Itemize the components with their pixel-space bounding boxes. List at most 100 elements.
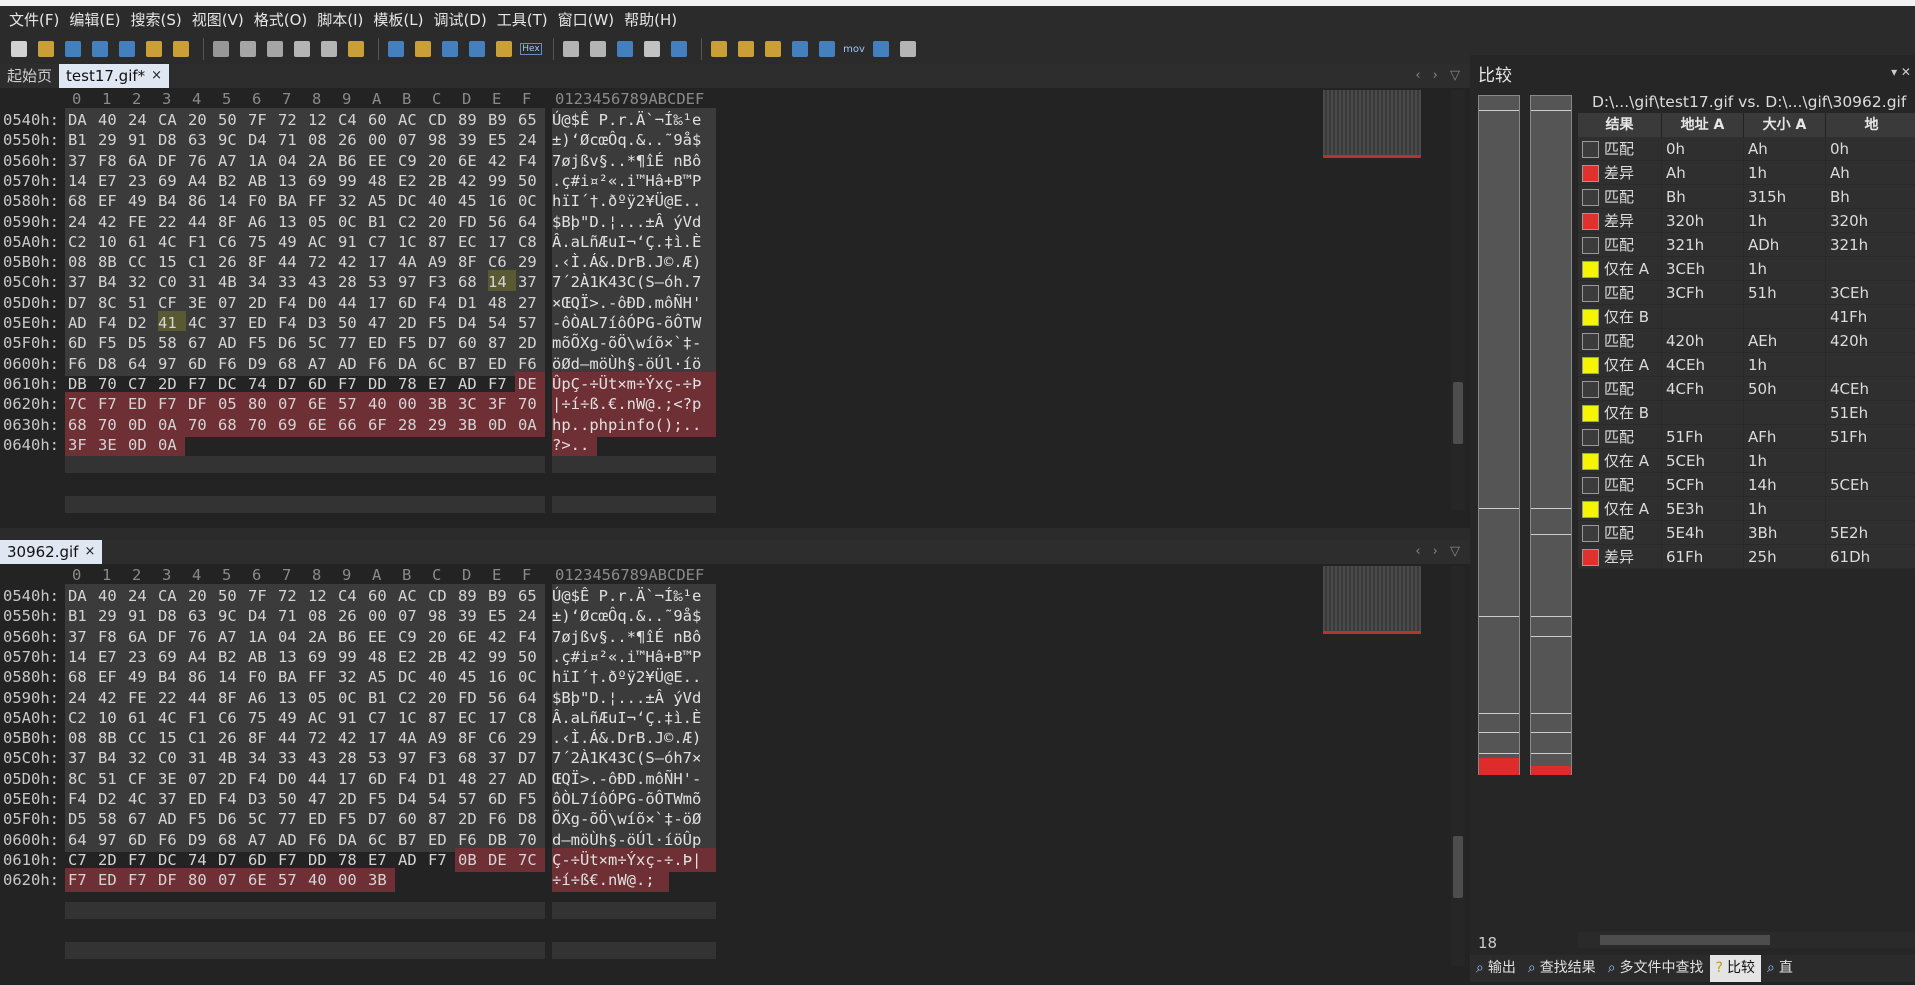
- menu-item[interactable]: 搜索(S): [126, 6, 187, 34]
- template-icon[interactable]: [466, 38, 488, 60]
- ascii-text[interactable]: ?>..: [552, 432, 597, 457]
- hex-byte[interactable]: 6E: [245, 868, 275, 893]
- redo-icon[interactable]: [318, 38, 340, 60]
- result-row[interactable]: 匹配 0h Ah 0h: [1578, 137, 1915, 161]
- overview-bar-b[interactable]: [1530, 95, 1572, 775]
- column-header[interactable]: 大小 A: [1744, 113, 1826, 137]
- hex-view-b[interactable]: 0 1 2 3 4 5 6 7 8 9 A B C D E F 0123456789ABCDEF 0540h: DA…: [0, 564, 1470, 982]
- pilcrow-icon[interactable]: [587, 38, 609, 60]
- menu-item[interactable]: 视图(V): [187, 6, 249, 34]
- inspector-icon[interactable]: [708, 38, 730, 60]
- check-icon[interactable]: [816, 38, 838, 60]
- histogram-icon[interactable]: [762, 38, 784, 60]
- hex-byte[interactable]: 0A: [155, 432, 185, 457]
- column-header[interactable]: 结果: [1578, 113, 1662, 137]
- hex-row[interactable]: 0640h: 3F 3E 0D 0A ?>..: [0, 432, 720, 458]
- hex-row[interactable]: 0620h: F7 ED F7 DF 80 07 6E 57 40 00 3B ÷í÷ß€.nW@.;: [0, 868, 720, 893]
- hex-byte[interactable]: 80: [185, 868, 215, 893]
- goto-icon[interactable]: [439, 38, 461, 60]
- columns-icon[interactable]: [614, 38, 636, 60]
- copy-icon[interactable]: [237, 38, 259, 60]
- menu-item[interactable]: 窗口(W): [553, 6, 620, 34]
- result-row[interactable]: 匹配 Bh 315h Bh: [1578, 185, 1915, 209]
- scroll-thumb[interactable]: [1453, 836, 1463, 898]
- hex-byte[interactable]: F7: [125, 868, 155, 893]
- result-row[interactable]: 匹配 321h ADh 321h: [1578, 233, 1915, 257]
- result-row[interactable]: 仅在 A 5CEh 1h: [1578, 449, 1915, 473]
- open-folder-icon[interactable]: [143, 38, 165, 60]
- result-row[interactable]: 匹配 5E4h 3Bh 5E2h: [1578, 521, 1915, 545]
- hex-byte[interactable]: ED: [95, 868, 125, 893]
- find-in-files-icon[interactable]: [412, 38, 434, 60]
- bottom-tab-4[interactable]: ? 比较: [1709, 955, 1761, 982]
- find-icon[interactable]: [345, 38, 367, 60]
- result-row[interactable]: 仅在 A 3CEh 1h: [1578, 257, 1915, 281]
- text-mode-icon[interactable]: [560, 38, 582, 60]
- result-row[interactable]: 匹配 420h AEh 420h: [1578, 329, 1915, 353]
- hex-byte[interactable]: 3E: [95, 432, 125, 457]
- result-row[interactable]: 匹配 5CFh 14h 5CEh: [1578, 473, 1915, 497]
- menu-item[interactable]: 帮助(H): [619, 6, 682, 34]
- result-row[interactable]: 匹配 4CFh 50h 4CEh: [1578, 377, 1915, 401]
- hex-byte[interactable]: 57: [275, 868, 305, 893]
- horizontal-scrollbar[interactable]: [1578, 932, 1915, 948]
- vertical-scrollbar[interactable]: [1451, 90, 1465, 510]
- tab-start-page[interactable]: 起始页: [0, 64, 59, 88]
- find-replace-icon[interactable]: [385, 38, 407, 60]
- scroll-thumb[interactable]: [1600, 935, 1770, 945]
- hex-byte[interactable]: 0D: [125, 432, 155, 457]
- result-row[interactable]: 仅在 B 51Eh: [1578, 401, 1915, 425]
- paste-icon[interactable]: [264, 38, 286, 60]
- result-row[interactable]: 仅在 B 41Fh: [1578, 305, 1915, 329]
- tab-test17[interactable]: test17.gif* ×: [59, 64, 170, 88]
- hex-byte[interactable]: F7: [65, 868, 95, 893]
- pause-icon[interactable]: [897, 38, 919, 60]
- close-icon[interactable]: ×: [151, 64, 162, 88]
- menu-item[interactable]: 调试(D): [428, 6, 491, 34]
- overview-bar-a[interactable]: [1478, 95, 1520, 775]
- menu-item[interactable]: 模板(L): [368, 6, 428, 34]
- save-as-icon[interactable]: [89, 38, 111, 60]
- hex-byte[interactable]: 40: [305, 868, 335, 893]
- column-header[interactable]: 地址 A: [1662, 113, 1744, 137]
- bottom-tab-3[interactable]: ⌕ 多文件中查找: [1602, 955, 1710, 982]
- save-all-icon[interactable]: [116, 38, 138, 60]
- bottom-tab-5[interactable]: ⌕ 直: [1761, 955, 1799, 982]
- save-icon[interactable]: [62, 38, 84, 60]
- tab-scroll-arrows[interactable]: ‹ › ▽: [1415, 544, 1464, 559]
- split-divider[interactable]: [0, 528, 1470, 540]
- hex-byte[interactable]: DF: [155, 868, 185, 893]
- script-icon[interactable]: [493, 38, 515, 60]
- close-icon[interactable]: ×: [84, 540, 95, 564]
- minimap[interactable]: [1323, 90, 1421, 158]
- cut-icon[interactable]: [210, 38, 232, 60]
- open-folders-icon[interactable]: [170, 38, 192, 60]
- hex-view-a[interactable]: 0 1 2 3 4 5 6 7 8 9 A B C D E F 0123456789ABCDEF 0540h: DA…: [0, 88, 1470, 528]
- bottom-tab-2[interactable]: ⌕ 查找结果: [1522, 955, 1602, 982]
- tab-scroll-arrows[interactable]: ‹ › ▽: [1415, 68, 1464, 83]
- hex-byte[interactable]: 3F: [65, 432, 95, 457]
- vertical-scrollbar[interactable]: [1451, 566, 1465, 966]
- highlight-icon[interactable]: [641, 38, 663, 60]
- result-row[interactable]: 匹配 51Fh AFh 51Fh: [1578, 425, 1915, 449]
- minimap[interactable]: [1323, 566, 1421, 634]
- checksum-icon[interactable]: [789, 38, 811, 60]
- hex-byte[interactable]: 07: [215, 868, 245, 893]
- new-file-icon[interactable]: [8, 38, 30, 60]
- result-row[interactable]: 匹配 3CFh 51h 3CEh: [1578, 281, 1915, 305]
- compare-icon[interactable]: [735, 38, 757, 60]
- open-icon[interactable]: [35, 38, 57, 60]
- result-row[interactable]: 仅在 A 5E3h 1h: [1578, 497, 1915, 521]
- hex-mode-icon[interactable]: Hex: [520, 38, 542, 60]
- column-header[interactable]: 地: [1826, 113, 1915, 137]
- menu-item[interactable]: 格式(O): [249, 6, 313, 34]
- compare-overview-bars[interactable]: [1478, 95, 1582, 985]
- scroll-thumb[interactable]: [1453, 382, 1463, 444]
- result-row[interactable]: 仅在 A 4CEh 1h: [1578, 353, 1915, 377]
- calculator-icon[interactable]: [668, 38, 690, 60]
- menu-item[interactable]: 编辑(E): [64, 6, 125, 34]
- panel-pin-close-icon[interactable]: ▾ ✕: [1891, 65, 1911, 79]
- convert-icon[interactable]: [870, 38, 892, 60]
- hex-byte[interactable]: 3B: [365, 868, 395, 893]
- ascii-text[interactable]: ÷í÷ß€.nW@.;: [552, 868, 669, 893]
